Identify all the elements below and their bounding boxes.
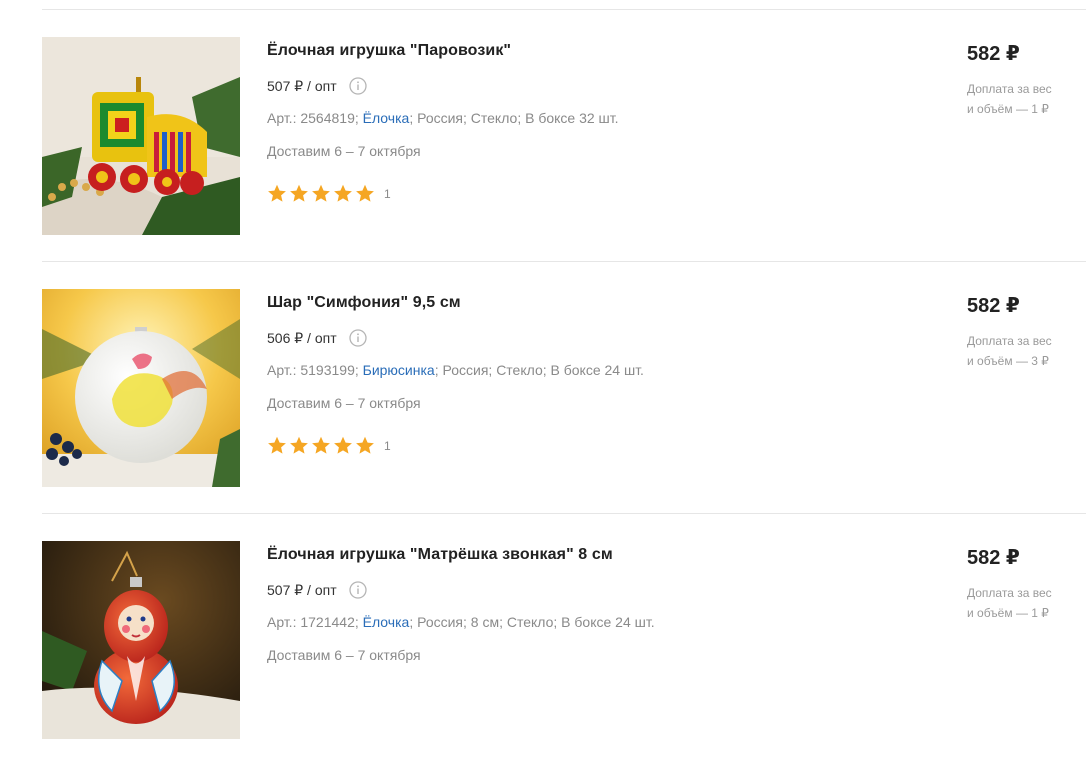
wholesale-price: 506 ₽ / опт xyxy=(267,329,367,347)
product-card: Шар "Симфония" 9,5 см 506 ₽ / опт Арт.: … xyxy=(42,289,1086,489)
product-meta: Арт.: 1721442; Ёлочка; Россия; 8 см; Сте… xyxy=(267,614,655,630)
divider xyxy=(42,261,1086,262)
review-count: 1 xyxy=(384,438,391,453)
product-details: ; Россия; Стекло; В боксе 32 шт. xyxy=(409,110,619,126)
info-icon[interactable] xyxy=(348,77,367,95)
surcharge-line: и объём — 3 ₽ xyxy=(967,354,1049,368)
review-count: 1 xyxy=(384,186,391,201)
star-icon xyxy=(268,184,286,202)
product-image[interactable] xyxy=(42,541,240,739)
brand-link[interactable]: Бирюсинка xyxy=(363,362,435,378)
star-icon xyxy=(290,436,308,454)
surcharge-line: Доплата за вес xyxy=(967,334,1052,348)
product-price: 582 ₽ xyxy=(967,547,1020,569)
product-title[interactable]: Ёлочная игрушка "Матрёшка звонкая" 8 см xyxy=(267,546,613,564)
surcharge-line: и объём — 1 ₽ xyxy=(967,606,1049,620)
surcharge-note: Доплата за вес и объём — 1 ₽ xyxy=(967,79,1077,119)
star-icon xyxy=(334,436,352,454)
train-ornament-image xyxy=(42,37,240,235)
surcharge-line: и объём — 1 ₽ xyxy=(967,102,1049,116)
star-icon xyxy=(312,436,330,454)
info-icon[interactable] xyxy=(348,581,367,599)
product-meta: Арт.: 2564819; Ёлочка; Россия; Стекло; В… xyxy=(267,110,619,126)
divider xyxy=(42,513,1086,514)
wholesale-price: 507 ₽ / опт xyxy=(267,77,367,95)
surcharge-note: Доплата за вес и объём — 3 ₽ xyxy=(967,331,1077,371)
product-card: Ёлочная игрушка "Матрёшка звонкая" 8 см … xyxy=(42,541,1086,741)
product-title[interactable]: Шар "Симфония" 9,5 см xyxy=(267,294,461,312)
delivery-date: Доставим 6 – 7 октября xyxy=(267,395,421,411)
wholesale-price-text: 507 ₽ / опт xyxy=(267,77,337,94)
product-image[interactable] xyxy=(42,37,240,235)
star-icon xyxy=(290,184,308,202)
info-icon[interactable] xyxy=(348,329,367,347)
product-details: ; Россия; Стекло; В боксе 24 шт. xyxy=(434,362,644,378)
wholesale-price-text: 507 ₽ / опт xyxy=(267,581,337,598)
product-list: Ёлочная игрушка "Паровозик" 507 ₽ / опт … xyxy=(42,0,1086,762)
surcharge-note: Доплата за вес и объём — 1 ₽ xyxy=(967,583,1077,623)
product-title[interactable]: Ёлочная игрушка "Паровозик" xyxy=(267,42,511,60)
sku-text: Арт.: 2564819; xyxy=(267,110,359,126)
product-price: 582 ₽ xyxy=(967,43,1020,65)
star-icon xyxy=(312,184,330,202)
sku-text: Арт.: 1721442; xyxy=(267,614,359,630)
rating[interactable]: 1 xyxy=(267,184,391,203)
delivery-date: Доставим 6 – 7 октября xyxy=(267,647,421,663)
star-icon xyxy=(356,436,374,454)
delivery-date: Доставим 6 – 7 октября xyxy=(267,143,421,159)
surcharge-line: Доплата за вес xyxy=(967,586,1052,600)
star-icon xyxy=(356,184,374,202)
brand-link[interactable]: Ёлочка xyxy=(363,614,410,630)
product-image[interactable] xyxy=(42,289,240,487)
star-icon xyxy=(268,436,286,454)
product-price: 582 ₽ xyxy=(967,295,1020,317)
wholesale-price: 507 ₽ / опт xyxy=(267,581,367,599)
rating[interactable]: 1 xyxy=(267,436,391,455)
divider xyxy=(42,9,1086,10)
matryoshka-ornament-image xyxy=(42,541,240,739)
product-card: Ёлочная игрушка "Паровозик" 507 ₽ / опт … xyxy=(42,37,1086,237)
wholesale-price-text: 506 ₽ / опт xyxy=(267,329,337,346)
sku-text: Арт.: 5193199; xyxy=(267,362,359,378)
surcharge-line: Доплата за вес xyxy=(967,82,1052,96)
product-meta: Арт.: 5193199; Бирюсинка; Россия; Стекло… xyxy=(267,362,644,378)
brand-link[interactable]: Ёлочка xyxy=(363,110,410,126)
bird-ball-ornament-image xyxy=(42,289,240,487)
star-icon xyxy=(334,184,352,202)
product-details: ; Россия; 8 см; Стекло; В боксе 24 шт. xyxy=(409,614,655,630)
